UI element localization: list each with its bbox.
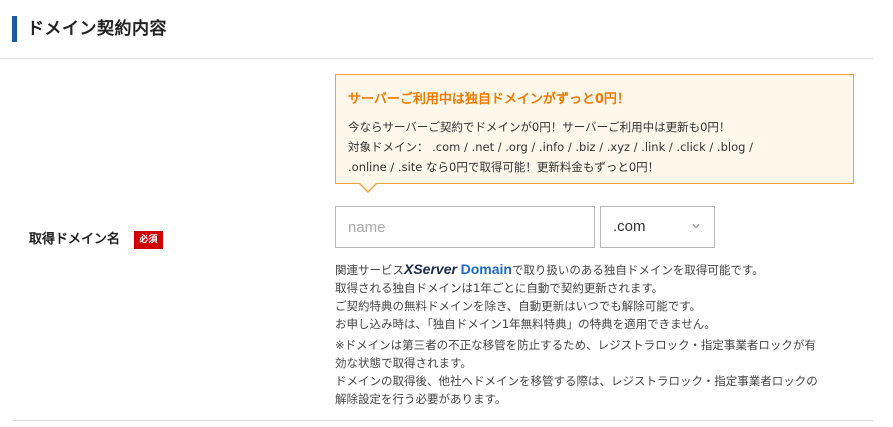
xserver-logo-text: XServer	[404, 261, 457, 277]
domain-logo-text: Domain	[460, 261, 512, 277]
note-line: 効な状態で取得されます。	[335, 356, 472, 370]
domain-name-input[interactable]	[335, 206, 595, 248]
description-line: 関連サービスXServer Domainで取り扱いのある独自ドメインを取得可能で…	[335, 260, 845, 279]
description-line: お申し込み時は、「独自ドメイン1年無料特典」の特典を適用できません。	[335, 317, 716, 331]
domain-name-label: 取得ドメイン名	[29, 232, 121, 247]
promo-line: .online / .site なら0円で取得可能！更新料金もずっと0円！	[348, 160, 660, 174]
section-header: ドメイン契約内容	[0, 0, 873, 59]
description-line: ご契約特典の無料ドメインを除き、自動更新はいつでも解除可能です。	[335, 299, 702, 313]
note-line: ※ドメインは第三者の不正な移管を防止するため、レジストラロック・指定事業者ロック…	[335, 338, 816, 352]
required-badge: 必須	[134, 231, 163, 249]
promo-callout: サーバーご利用中は独自ドメインがずっと0円！ 今ならサーバーご契約でドメインが0…	[335, 74, 854, 193]
domain-description: 関連サービスXServer Domainで取り扱いのある独自ドメインを取得可能で…	[335, 260, 845, 333]
section-accent-bar	[12, 16, 17, 42]
description-suffix: で取り扱いのある独自ドメインを取得可能です。	[511, 263, 764, 277]
section-title: ドメイン契約内容	[27, 19, 167, 39]
promo-text: 今ならサーバーご契約でドメインが0円！サーバーご利用中は更新も0円！ 対象ドメイ…	[348, 117, 844, 177]
note-line: ドメインの取得後、他社へドメインを移管する際は、レジストラロック・指定事業者ロッ…	[335, 374, 818, 388]
chevron-down-icon	[692, 224, 700, 229]
promo-line: 今ならサーバーご契約でドメインが0円！サーバーご利用中は更新も0円！	[348, 120, 731, 134]
domain-name-row: 取得ドメイン名 必須 サーバーご利用中は独自ドメインがずっと0円！ 今ならサーバ…	[13, 58, 873, 421]
tld-select[interactable]: .com	[600, 206, 715, 248]
note-line: 解除設定を行う必要があります。	[335, 392, 507, 406]
registrar-lock-note: ※ドメインは第三者の不正な移管を防止するため、レジストラロック・指定事業者ロック…	[335, 336, 835, 408]
tld-selected-value: .com	[613, 218, 646, 235]
promo-line: 対象ドメイン： .com / .net / .org / .info / .bi…	[348, 140, 753, 154]
description-line: 取得される独自ドメインは1年ごとに自動で契約更新されます。	[335, 281, 664, 295]
promo-title: サーバーご利用中は独自ドメインがずっと0円！	[348, 92, 630, 107]
description-prefix: 関連サービス	[335, 263, 404, 277]
